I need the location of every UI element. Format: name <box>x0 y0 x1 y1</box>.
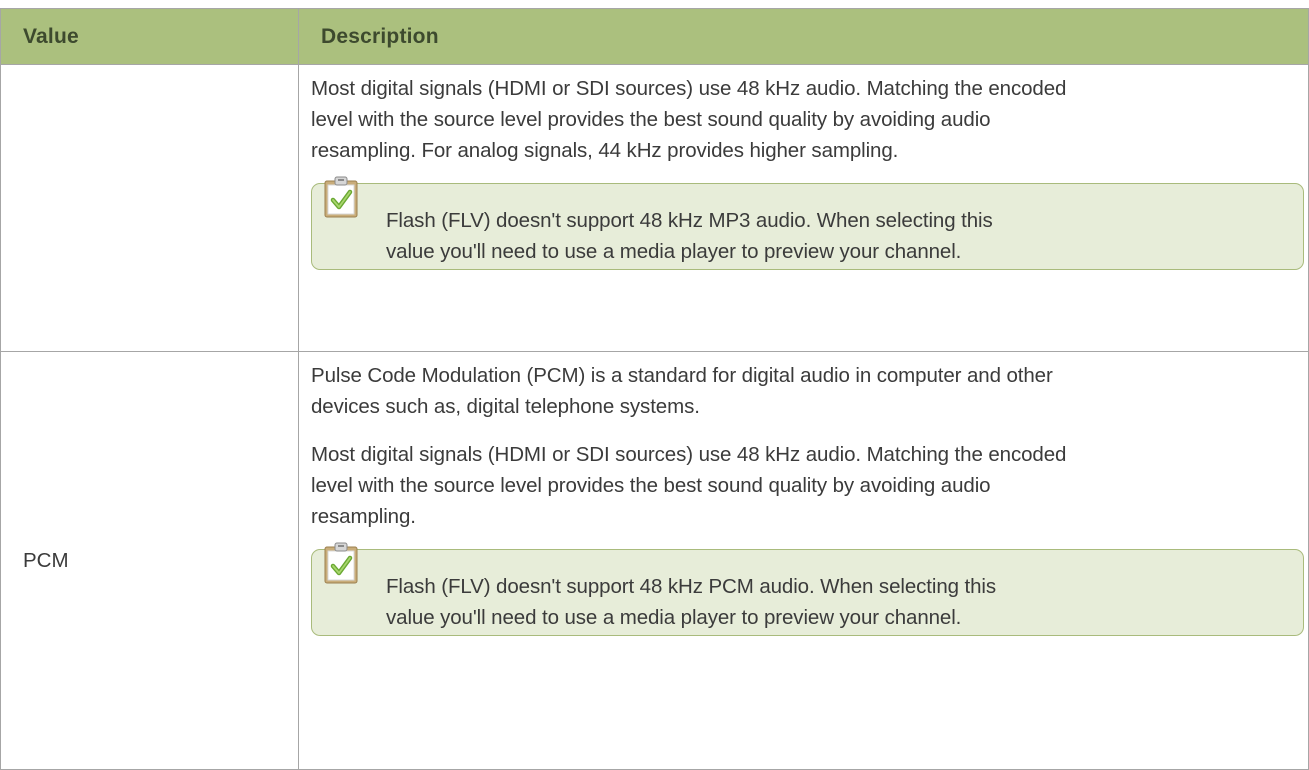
description-line: devices such as, digital telephone syste… <box>311 395 700 418</box>
description-line: Most digital signals (HDMI or SDI source… <box>311 443 1067 466</box>
description-line: level with the source level provides the… <box>311 474 991 497</box>
table-row: PCM Pulse Code Modulation (PCM) is a sta… <box>0 351 1309 770</box>
clipboard-check-icon <box>324 542 358 584</box>
description-paragraph: Most digital signals (HDMI or SDI source… <box>311 73 1308 166</box>
note-line: Flash (FLV) doesn't support 48 kHz PCM a… <box>386 575 997 598</box>
value-cell: PCM <box>0 351 299 770</box>
description-paragraph: Most digital signals (HDMI or SDI source… <box>311 439 1308 532</box>
clipboard-check-icon <box>324 176 358 218</box>
header-value: Value <box>0 8 299 65</box>
description-paragraph: Pulse Code Modulation (PCM) is a standar… <box>311 360 1308 422</box>
note-line: Flash (FLV) doesn't support 48 kHz MP3 a… <box>386 209 993 232</box>
note-line: value you'll need to use a media player … <box>386 240 962 263</box>
description-cell: Pulse Code Modulation (PCM) is a standar… <box>298 351 1309 770</box>
description-line: resampling. For analog signals, 44 kHz p… <box>311 139 899 162</box>
description-cell: Most digital signals (HDMI or SDI source… <box>298 64 1309 352</box>
description-line: resampling. <box>311 505 416 528</box>
table-header-row: Value Description <box>0 8 1309 65</box>
table-row: Most digital signals (HDMI or SDI source… <box>0 64 1309 352</box>
audio-format-table: Value Description Most digital signals (… <box>0 8 1309 770</box>
note-line: value you'll need to use a media player … <box>386 606 962 629</box>
description-line: level with the source level provides the… <box>311 108 991 131</box>
note-box: Flash (FLV) doesn't support 48 kHz MP3 a… <box>311 176 1304 270</box>
header-description: Description <box>298 8 1309 65</box>
note-box: Flash (FLV) doesn't support 48 kHz PCM a… <box>311 542 1304 636</box>
note-text: Flash (FLV) doesn't support 48 kHz MP3 a… <box>386 205 1303 267</box>
description-line: Most digital signals (HDMI or SDI source… <box>311 77 1067 100</box>
value-cell <box>0 64 299 352</box>
description-line: Pulse Code Modulation (PCM) is a standar… <box>311 364 1053 387</box>
note-text: Flash (FLV) doesn't support 48 kHz PCM a… <box>386 571 1303 633</box>
